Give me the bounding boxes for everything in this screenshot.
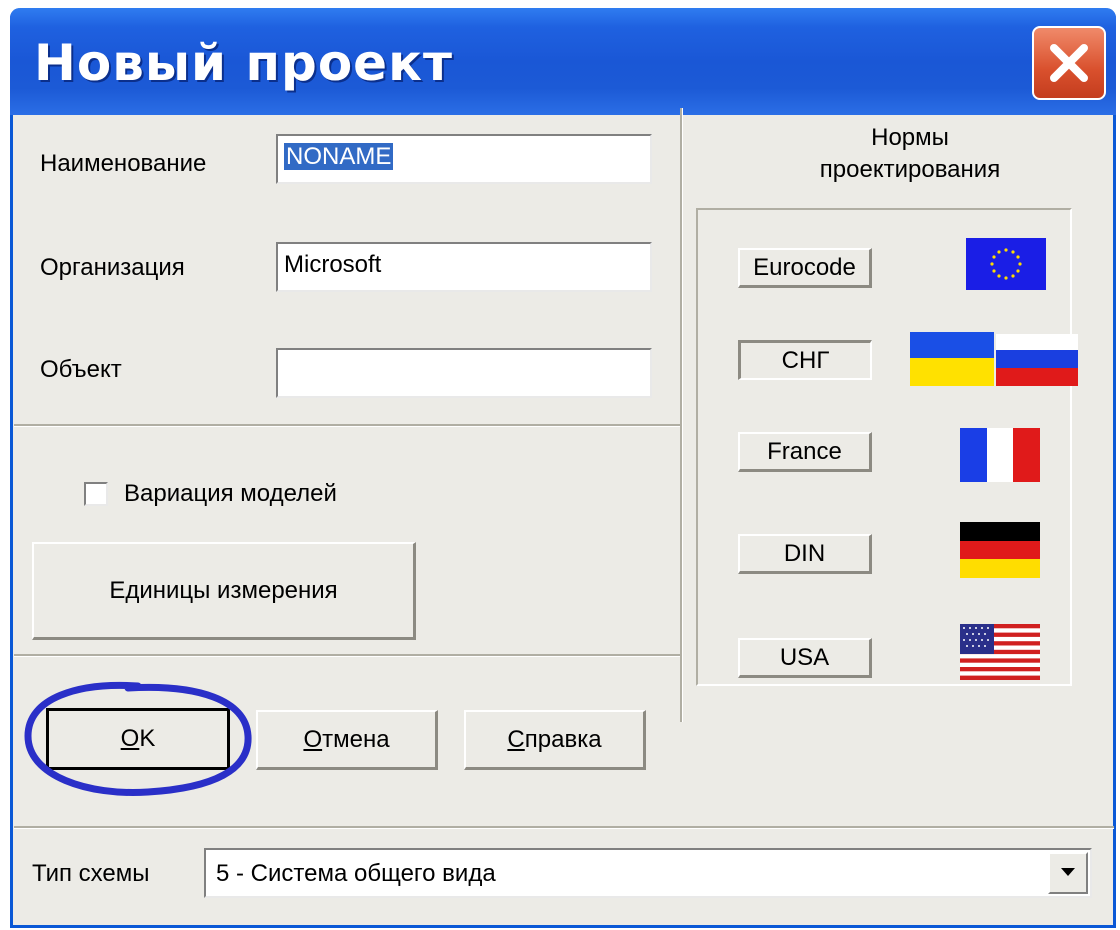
organization-input[interactable]: Microsoft	[276, 242, 652, 292]
cancel-button[interactable]: Отмена	[256, 710, 438, 770]
close-button[interactable]	[1032, 26, 1106, 100]
eu-flag-icon	[966, 238, 1046, 290]
scheme-select[interactable]: 5 - Система общего вида	[204, 848, 1092, 898]
norm-button-france[interactable]: France	[738, 432, 872, 472]
chevron-down-icon	[1061, 868, 1075, 876]
norm-button-eurocode[interactable]: Eurocode	[738, 248, 872, 288]
ok-button[interactable]: OK	[46, 708, 230, 770]
title-bar[interactable]: Новый проект	[10, 8, 1116, 115]
norms-title-line1: Нормы	[871, 124, 949, 151]
ukraine-russia-flags-icon	[910, 332, 1078, 386]
variation-checkbox[interactable]	[84, 482, 108, 506]
name-input[interactable]: NONAME	[276, 134, 652, 184]
name-value: NONAME	[284, 143, 394, 170]
norm-button-cis[interactable]: СНГ	[738, 340, 872, 380]
scheme-value: 5 - Система общего вида	[216, 860, 496, 887]
object-input[interactable]	[276, 348, 652, 398]
norm-button-din[interactable]: DIN	[738, 534, 872, 574]
dropdown-button[interactable]	[1048, 852, 1088, 894]
divider	[14, 424, 680, 427]
france-flag-icon	[960, 428, 1040, 482]
help-button[interactable]: Справка	[464, 710, 646, 770]
close-icon	[1050, 44, 1088, 82]
help-label: Справка	[507, 725, 602, 753]
object-label: Объект	[40, 356, 122, 383]
scheme-label: Тип схемы	[32, 860, 150, 887]
cancel-label: Отмена	[303, 725, 390, 753]
ok-label: OK	[120, 725, 156, 752]
divider	[14, 654, 680, 657]
units-button[interactable]: Единицы измерения	[32, 542, 416, 640]
norm-button-usa[interactable]: USA	[738, 638, 872, 678]
organization-label: Организация	[40, 254, 185, 281]
variation-label: Вариация моделей	[124, 480, 337, 507]
dialog-title: Новый проект	[34, 34, 454, 92]
usa-flag-icon	[960, 624, 1040, 680]
divider	[14, 826, 1114, 829]
norms-title: Нормы проектирования	[740, 122, 1080, 186]
vertical-divider	[680, 108, 683, 722]
germany-flag-icon	[960, 522, 1040, 578]
norms-title-line2: проектирования	[819, 156, 1001, 183]
name-label: Наименование	[40, 150, 207, 177]
